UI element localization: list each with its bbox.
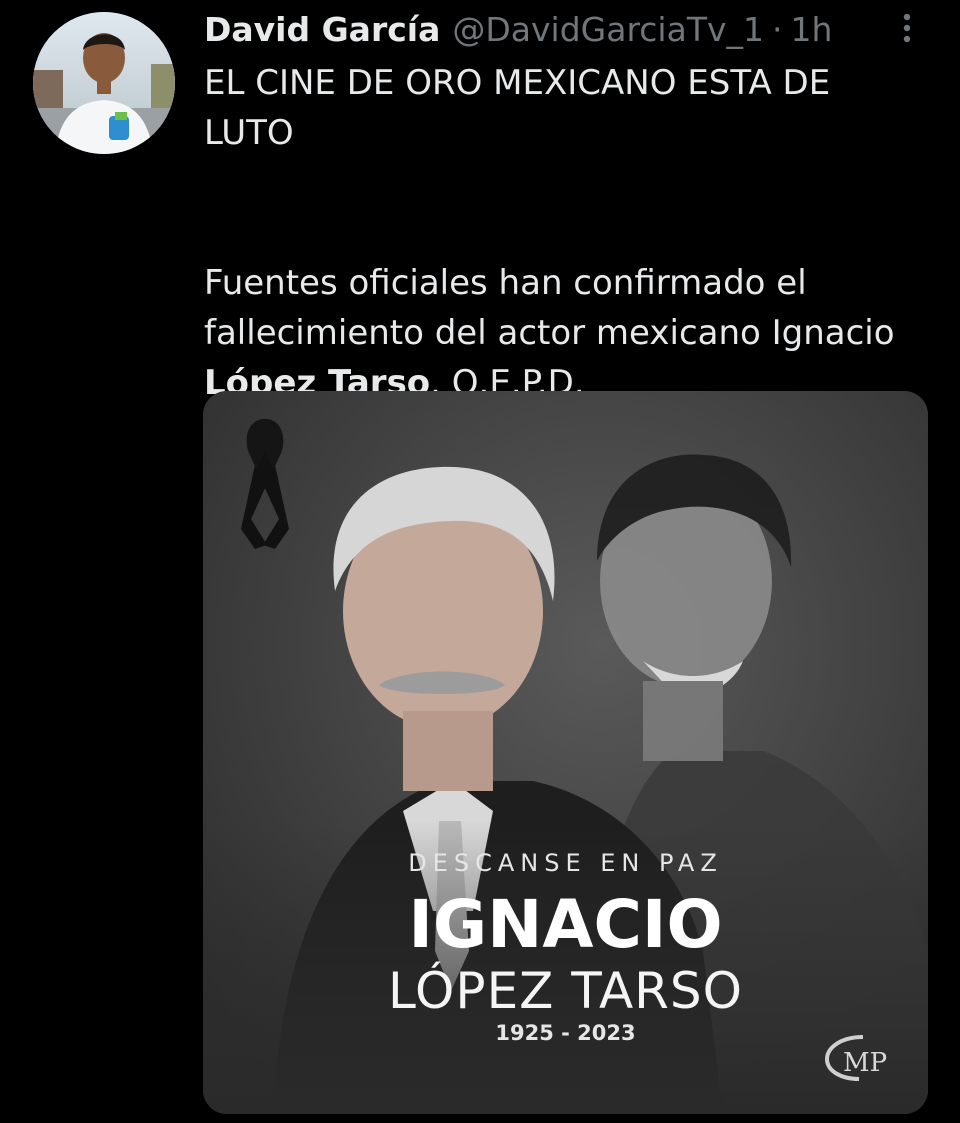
tweet[interactable]: David García @DavidGarciaTv_1 · 1h EL CI…	[0, 0, 960, 1123]
author-handle[interactable]: @DavidGarciaTv_1	[452, 8, 764, 52]
tweet-timestamp[interactable]: 1h	[791, 8, 833, 52]
tweet-text-headline: EL CINE DE ORO MEXICANO ESTA DE LUTO	[204, 63, 831, 153]
more-vertical-icon[interactable]	[895, 10, 919, 46]
author-display-name[interactable]: David García	[204, 8, 440, 52]
memorial-last-name: LÓPEZ TARSO	[387, 962, 744, 1020]
author-avatar[interactable]	[33, 12, 175, 154]
tweet-media-image[interactable]: DESCANSE EN PAZ IGNACIO LÓPEZ TARSO 1925…	[203, 391, 928, 1114]
header-separator: ·	[772, 10, 783, 49]
tweet-header: David García @DavidGarciaTv_1 · 1h	[204, 8, 832, 52]
tweet-text: EL CINE DE ORO MEXICANO ESTA DE LUTO Fue…	[204, 58, 914, 408]
memorial-kicker: DESCANSE EN PAZ	[408, 849, 723, 877]
studio-logo: MP	[823, 1033, 897, 1083]
memorial-years: 1925 - 2023	[495, 1021, 636, 1045]
tweet-text-body-start: Fuentes oficiales han confirmado el fall…	[204, 263, 895, 353]
studio-logo-text: MP	[843, 1048, 887, 1078]
tweet-text-body: Fuentes oficiales han confirmado el fall…	[204, 258, 914, 408]
memorial-first-name: IGNACIO	[408, 886, 723, 963]
